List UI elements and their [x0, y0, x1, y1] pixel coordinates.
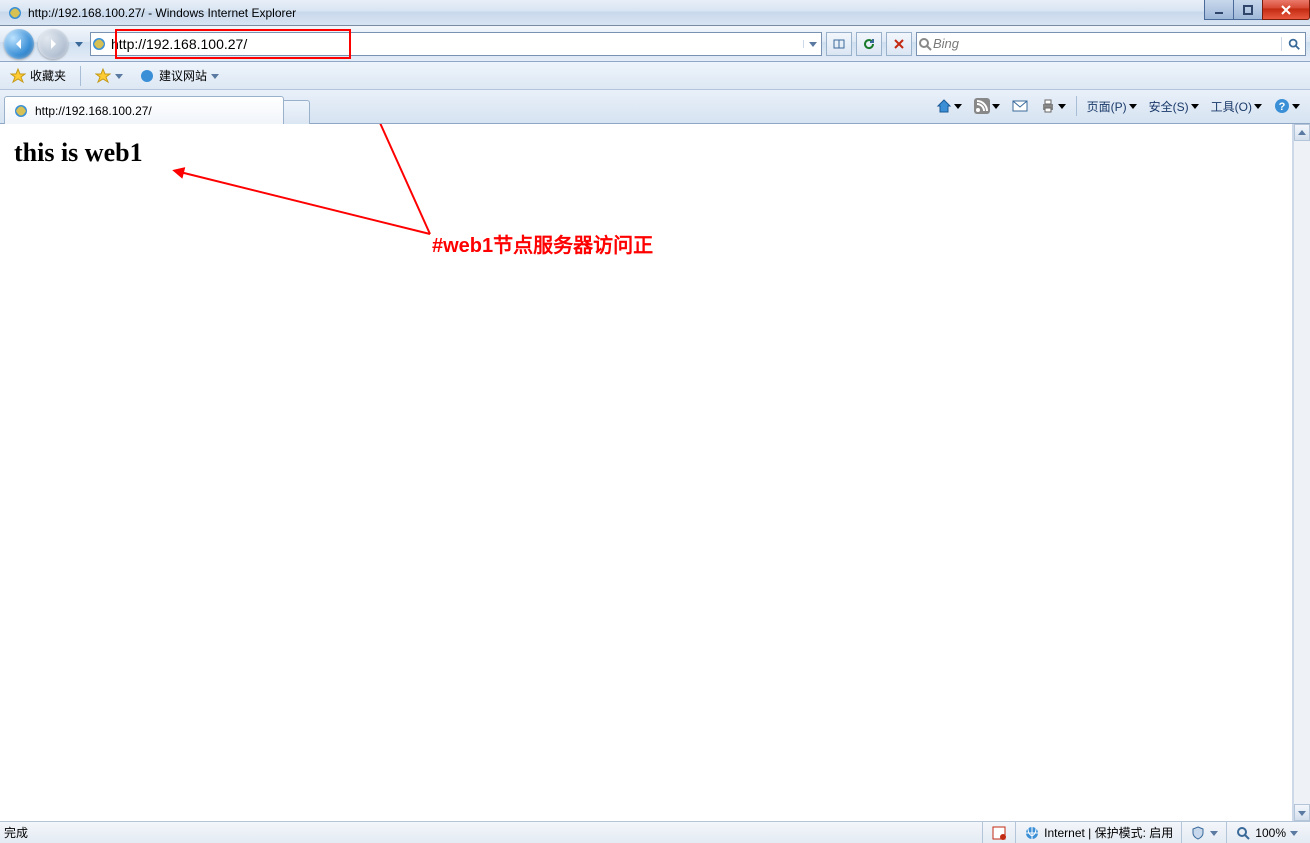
chevron-down-icon — [1292, 99, 1300, 113]
site-favicon — [91, 36, 107, 52]
tab-favicon — [13, 103, 29, 119]
chevron-down-icon — [1254, 99, 1262, 113]
search-placeholder: Bing — [933, 36, 1281, 51]
tab-row: http://192.168.100.27/ 页面(P) 安全(S) 工具(O — [0, 90, 1310, 124]
compatibility-view-button[interactable] — [826, 32, 852, 56]
tools-menu-label: 工具(O) — [1211, 98, 1252, 115]
home-button[interactable] — [932, 94, 966, 118]
home-icon — [936, 98, 952, 114]
rss-icon — [974, 98, 990, 114]
ie-icon — [139, 68, 155, 84]
status-zoom-pane[interactable]: 100% — [1226, 822, 1306, 843]
status-privacy-pane[interactable] — [982, 822, 1015, 843]
print-button[interactable] — [1036, 94, 1070, 118]
page-menu-label: 页面(P) — [1087, 98, 1127, 115]
tools-menu[interactable]: 工具(O) — [1207, 94, 1266, 118]
chevron-down-icon — [211, 69, 219, 83]
status-zoom-text: 100% — [1255, 826, 1286, 840]
chevron-down-icon — [1210, 826, 1218, 840]
search-go-button[interactable] — [1281, 37, 1305, 51]
suggested-sites[interactable]: 建议网站 — [135, 65, 223, 86]
ie-favicon — [7, 5, 23, 21]
feeds-button[interactable] — [970, 94, 1004, 118]
address-history-dropdown[interactable] — [803, 40, 821, 48]
window-titlebar: http://192.168.100.27/ - Windows Interne… — [0, 0, 1310, 26]
search-box[interactable]: Bing — [916, 32, 1306, 56]
status-text: 完成 — [4, 824, 28, 841]
address-bar[interactable]: http://192.168.100.27/ — [90, 32, 822, 56]
chevron-down-icon — [1058, 99, 1066, 113]
status-zone-text: Internet | 保护模式: 启用 — [1044, 824, 1173, 841]
window-title: http://192.168.100.27/ - Windows Interne… — [28, 6, 296, 20]
command-bar: 页面(P) 安全(S) 工具(O) ? — [932, 94, 1304, 118]
star-icon — [10, 68, 26, 84]
address-url[interactable]: http://192.168.100.27/ — [107, 36, 803, 52]
zoom-icon — [1235, 825, 1251, 841]
page-menu[interactable]: 页面(P) — [1083, 94, 1141, 118]
new-tab-button[interactable] — [284, 100, 310, 124]
tab-title: http://192.168.100.27/ — [35, 104, 152, 118]
refresh-button[interactable] — [856, 32, 882, 56]
content-area: this is web1 #web1节点服务器访问正 — [0, 124, 1310, 821]
privacy-report-icon — [991, 825, 1007, 841]
page-body: this is web1 #web1节点服务器访问正 — [0, 124, 1293, 821]
star-add-icon — [95, 68, 111, 84]
chevron-down-icon — [992, 99, 1000, 113]
chevron-down-icon — [1290, 826, 1298, 840]
globe-icon — [1024, 825, 1040, 841]
separator — [80, 66, 81, 86]
tab-active[interactable]: http://192.168.100.27/ — [4, 96, 284, 124]
help-button[interactable]: ? — [1270, 94, 1304, 118]
svg-text:?: ? — [1279, 101, 1286, 113]
read-mail-button[interactable] — [1008, 94, 1032, 118]
annotation-text: #web1节点服务器访问正 — [432, 229, 653, 258]
recent-pages-dropdown[interactable] — [72, 30, 86, 58]
status-zone-pane[interactable]: Internet | 保护模式: 启用 — [1015, 822, 1181, 843]
safety-menu[interactable]: 安全(S) — [1145, 94, 1203, 118]
forward-button[interactable] — [38, 29, 68, 59]
mail-icon — [1012, 98, 1028, 114]
chevron-down-icon — [1129, 99, 1137, 113]
search-provider-icon — [917, 36, 933, 52]
help-icon: ? — [1274, 98, 1290, 114]
back-button[interactable] — [4, 29, 34, 59]
minimize-button[interactable] — [1204, 0, 1234, 20]
favorites-label: 收藏夹 — [30, 67, 66, 84]
status-protected-mode-pane[interactable] — [1181, 822, 1226, 843]
add-to-favorites-bar[interactable] — [91, 66, 127, 86]
chevron-down-icon — [954, 99, 962, 113]
navigation-bar: http://192.168.100.27/ Bing — [0, 26, 1310, 62]
favorites-bar: 收藏夹 建议网站 — [0, 62, 1310, 90]
favorites-button[interactable]: 收藏夹 — [6, 65, 70, 86]
chevron-down-icon — [115, 69, 123, 83]
suggested-sites-label: 建议网站 — [159, 67, 207, 84]
vertical-scrollbar[interactable] — [1293, 124, 1310, 821]
chevron-down-icon — [1191, 99, 1199, 113]
shield-toggle-icon — [1190, 825, 1206, 841]
scroll-down-button[interactable] — [1294, 804, 1310, 821]
scroll-up-button[interactable] — [1294, 124, 1310, 141]
status-bar: 完成 Internet | 保护模式: 启用 100% — [0, 821, 1310, 843]
page-heading: this is web1 — [14, 138, 1278, 168]
close-button[interactable] — [1262, 0, 1310, 20]
print-icon — [1040, 98, 1056, 114]
stop-button[interactable] — [886, 32, 912, 56]
maximize-button[interactable] — [1233, 0, 1263, 20]
separator — [1076, 96, 1077, 116]
safety-menu-label: 安全(S) — [1149, 98, 1189, 115]
